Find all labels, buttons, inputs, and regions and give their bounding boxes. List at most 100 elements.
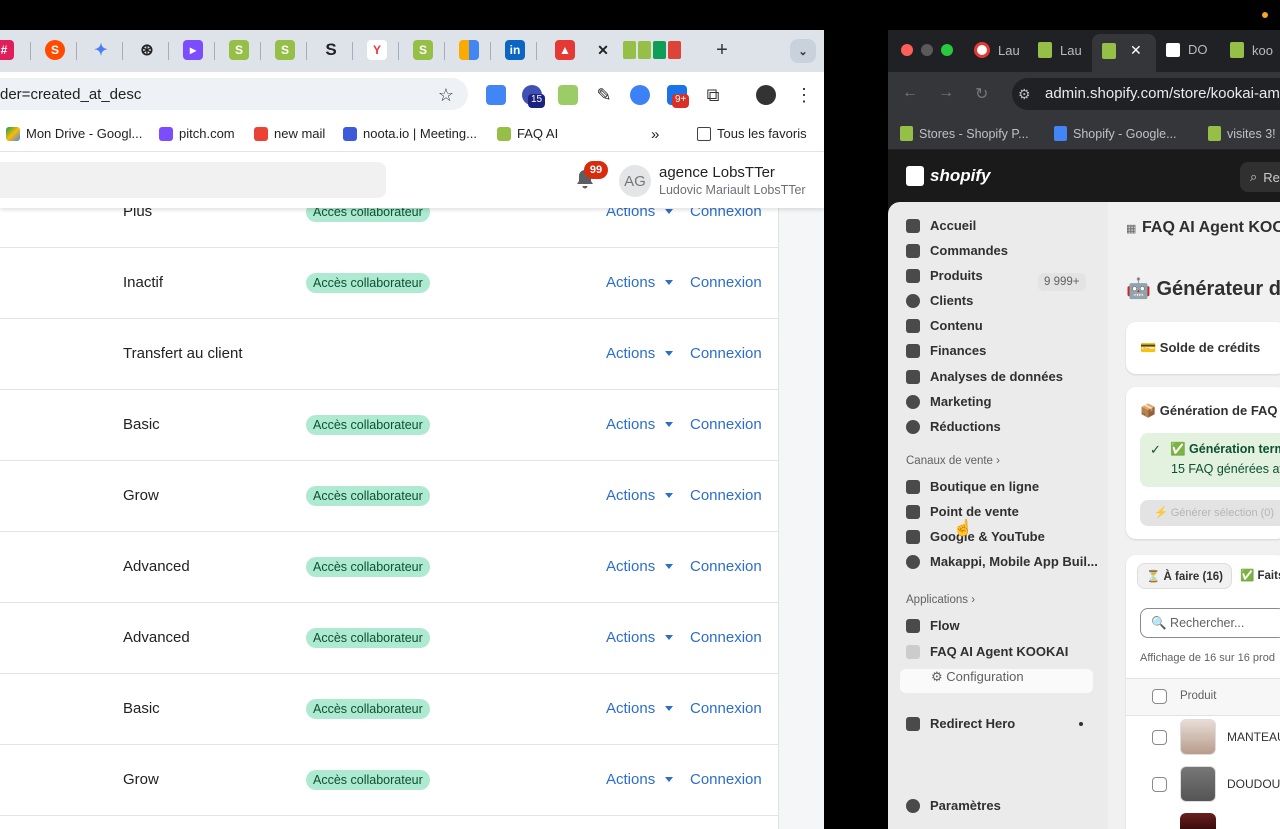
- linkedin-tab-icon[interactable]: in: [505, 40, 525, 60]
- shopify-tab-icon[interactable]: S: [275, 40, 295, 60]
- search-button[interactable]: ⌕ Re: [1240, 162, 1280, 192]
- actions-dropdown[interactable]: Actions: [606, 558, 674, 575]
- sidebar-item-discounts[interactable]: Réductions: [906, 419, 1001, 434]
- maximize-window-button[interactable]: [941, 44, 953, 56]
- login-link[interactable]: Connexion: [690, 274, 762, 291]
- shopify-tab-icon[interactable]: S: [229, 40, 249, 60]
- app-tab-icon[interactable]: ▲: [555, 40, 575, 60]
- actions-dropdown[interactable]: Actions: [606, 274, 674, 291]
- login-link[interactable]: Connexion: [690, 771, 762, 788]
- close-tab-icon[interactable]: ✕: [593, 40, 613, 60]
- sidebar-item-analytics[interactable]: Analyses de données: [906, 369, 1063, 384]
- tab-done[interactable]: ✅ Faits: [1240, 568, 1280, 582]
- actions-dropdown[interactable]: Actions: [606, 345, 674, 362]
- login-link[interactable]: Connexion: [690, 558, 762, 575]
- tab[interactable]: koo: [1230, 42, 1273, 58]
- sidebar-item-orders[interactable]: Commandes: [906, 243, 1008, 258]
- sidebar-item-redirect-hero[interactable]: Redirect Hero: [906, 716, 1015, 731]
- openai-tab-icon[interactable]: ⊛: [137, 40, 157, 60]
- bookmark-shopify-google[interactable]: Shopify - Google...: [1054, 126, 1177, 141]
- row-checkbox[interactable]: [1152, 777, 1167, 792]
- sales-channels-section[interactable]: Canaux de vente ›: [906, 455, 1000, 467]
- address-url[interactable]: admin.shopify.com/store/kookai-am: [1045, 85, 1280, 102]
- select-all-checkbox[interactable]: [1152, 689, 1167, 704]
- reload-icon[interactable]: ↻: [975, 84, 988, 104]
- actions-dropdown[interactable]: Actions: [606, 487, 674, 504]
- puzzle-extensions-icon[interactable]: ⧉: [703, 85, 723, 105]
- more-menu-icon[interactable]: ⋮: [794, 85, 814, 105]
- agency-name[interactable]: agence LobsTTer: [659, 164, 775, 181]
- sidebar-item-settings[interactable]: Paramètres: [906, 798, 1001, 813]
- pinned-tabs-group-icon[interactable]: [623, 40, 693, 60]
- bookmarks-overflow-button[interactable]: »: [651, 126, 659, 143]
- generate-selection-button[interactable]: ⚡ Générer sélection (0): [1140, 500, 1280, 526]
- pitch-tab-icon[interactable]: ▸: [183, 40, 203, 60]
- search-input[interactable]: 🔍 Rechercher...: [1140, 608, 1280, 638]
- semrush-tab-icon[interactable]: S: [45, 40, 65, 60]
- tab[interactable]: Lau: [1038, 42, 1082, 58]
- stripe-tab-icon[interactable]: S: [321, 40, 341, 60]
- sidebar-item-finance[interactable]: Finances: [906, 343, 986, 358]
- web-extension-icon[interactable]: [630, 85, 650, 105]
- profile-avatar-icon[interactable]: [756, 85, 776, 105]
- sidebar-item-google[interactable]: Google & YouTube: [906, 529, 1045, 544]
- bookmark-star-icon[interactable]: ☆: [436, 85, 456, 105]
- sidebar-item-flow[interactable]: Flow: [906, 618, 960, 633]
- login-link[interactable]: Connexion: [690, 629, 762, 646]
- tab[interactable]: Lau: [974, 42, 1020, 58]
- sidebar-item-online-store[interactable]: Boutique en ligne: [906, 479, 1039, 494]
- cart-extension-icon[interactable]: [558, 85, 578, 105]
- back-arrow-icon[interactable]: ←: [902, 84, 918, 102]
- shopify-logo[interactable]: shopify: [906, 166, 990, 186]
- sidebar-item-home[interactable]: Accueil: [906, 218, 976, 233]
- sidebar-item-faq-app[interactable]: FAQ AI Agent KOOKAI: [906, 644, 1068, 659]
- forward-arrow-icon[interactable]: →: [938, 84, 954, 102]
- tab-active[interactable]: ✕: [1102, 42, 1142, 59]
- row-checkbox[interactable]: [1152, 730, 1167, 745]
- all-bookmarks-button[interactable]: Tous les favoris: [697, 126, 807, 141]
- bookmark-mail[interactable]: new mail: [254, 126, 325, 141]
- bookmark-drive[interactable]: Mon Drive - Googl...: [6, 126, 142, 141]
- analytics-tab-icon[interactable]: [459, 40, 479, 60]
- site-settings-icon[interactable]: ⚙: [1018, 86, 1031, 103]
- actions-dropdown[interactable]: Actions: [606, 629, 674, 646]
- sidebar-item-makappi[interactable]: Makappi, Mobile App Buil...: [906, 554, 1098, 569]
- new-tab-icon[interactable]: +: [712, 39, 732, 61]
- avatar[interactable]: AG: [619, 165, 651, 197]
- tab-todo[interactable]: ⏳ À faire (16): [1137, 563, 1232, 589]
- shopify-tab-icon[interactable]: S: [413, 40, 433, 60]
- sidebar-item-configuration[interactable]: ⚙ Configuration: [931, 669, 1024, 685]
- login-link[interactable]: Connexion: [690, 345, 762, 362]
- sidebar-item-products[interactable]: Produits: [906, 268, 983, 283]
- bookmark-visites[interactable]: visites 3!: [1208, 126, 1276, 141]
- login-link[interactable]: Connexion: [690, 700, 762, 717]
- bookmark-noota[interactable]: noota.io | Meeting...: [343, 126, 477, 141]
- address-url[interactable]: der=created_at_desc: [0, 86, 141, 103]
- yoast-tab-icon[interactable]: Y: [367, 40, 387, 60]
- login-link[interactable]: Connexion: [690, 487, 762, 504]
- actions-dropdown[interactable]: Actions: [606, 771, 674, 788]
- pen-extension-icon[interactable]: ✎: [594, 85, 614, 105]
- sidebar-item-marketing[interactable]: Marketing: [906, 394, 991, 409]
- close-window-button[interactable]: [901, 44, 913, 56]
- bookmark-pitch[interactable]: pitch.com: [159, 126, 235, 141]
- apps-section[interactable]: Applications ›: [906, 594, 975, 606]
- product-name[interactable]: DOUDOU: [1227, 777, 1280, 791]
- tab[interactable]: DO: [1166, 42, 1208, 57]
- tab-search-chevron-icon[interactable]: ⌄: [790, 39, 816, 63]
- sidebar-item-pos[interactable]: Point de vente: [906, 504, 1019, 519]
- sidebar-item-customers[interactable]: Clients: [906, 293, 973, 308]
- minimize-window-button[interactable]: [921, 44, 933, 56]
- bookmark-stores[interactable]: Stores - Shopify P...: [900, 126, 1029, 141]
- extension-icon[interactable]: [486, 85, 506, 105]
- actions-dropdown[interactable]: Actions: [606, 700, 674, 717]
- bookmark-faq-ai[interactable]: FAQ AI: [497, 126, 558, 141]
- product-name[interactable]: MANTEAU: [1227, 730, 1280, 744]
- search-input[interactable]: [0, 162, 386, 198]
- slack-tab-icon[interactable]: #: [0, 40, 14, 60]
- close-tab-icon[interactable]: ✕: [1130, 42, 1142, 59]
- gemini-tab-icon[interactable]: ✦: [91, 40, 111, 60]
- login-link[interactable]: Connexion: [690, 416, 762, 433]
- actions-dropdown[interactable]: Actions: [606, 416, 674, 433]
- sidebar-item-content[interactable]: Contenu: [906, 318, 983, 333]
